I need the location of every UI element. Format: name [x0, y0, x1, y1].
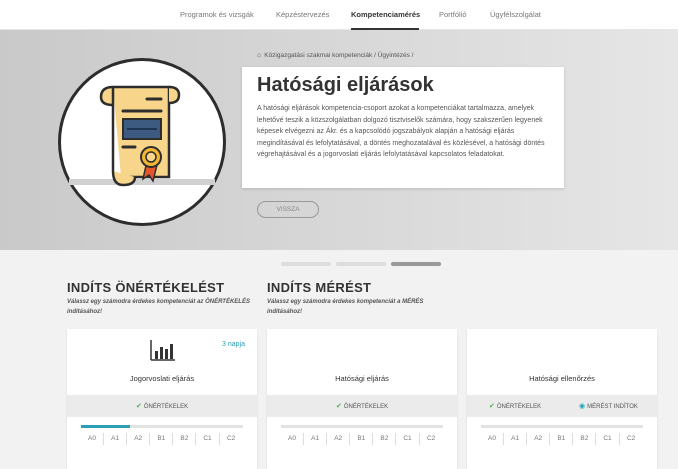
level-a0: A0	[281, 433, 304, 445]
level-a0: A0	[81, 433, 104, 445]
level-c2: C2	[626, 435, 636, 442]
level-b1: B1	[550, 433, 574, 445]
bar-chart-icon	[150, 340, 175, 361]
level-b1: B1	[150, 433, 174, 445]
action-strip: ✔ ÖNÉRTÉKELEK	[267, 395, 457, 417]
home-icon[interactable]: ⌂	[257, 52, 261, 59]
competency-description: A hatósági eljárások kompetencia-csoport…	[257, 105, 545, 158]
nav-item-programs[interactable]: Programok és vizsgák	[180, 10, 254, 19]
start-measurement-action[interactable]: ◉ MÉRÉST INDÍTOK	[579, 402, 638, 410]
carousel-indicators	[0, 262, 678, 268]
nav-item-portfolio[interactable]: Portfólió	[439, 10, 467, 19]
level-a1: A1	[104, 433, 128, 445]
level-b2: B2	[373, 433, 397, 445]
level-b2: B2	[573, 433, 597, 445]
check-icon: ✔	[336, 403, 342, 410]
self-eval-action[interactable]: ✔ ÖNÉRTÉKELEK	[136, 402, 188, 410]
level-a0: A0	[481, 433, 504, 445]
top-navigation: Programok és vizsgák Képzéstervezés Komp…	[0, 0, 678, 30]
level-c1: C1	[397, 433, 420, 445]
level-c2: C2	[426, 435, 436, 442]
level-c2: C2	[226, 435, 236, 442]
level-scale: A0 A1 A2 B1 B2 C1 C2	[81, 433, 243, 445]
level-progress-track	[281, 425, 443, 428]
certificate-scroll-icon	[58, 58, 226, 226]
level-a2: A2	[127, 433, 151, 445]
check-icon: ✔	[136, 403, 142, 410]
check-icon: ✔	[489, 403, 495, 410]
globe-icon: ◉	[579, 403, 586, 410]
competency-tile[interactable]: Hatósági eljárás ✔ ÖNÉRTÉKELEK A0 A1 A2 B1 B2…	[267, 329, 457, 469]
competency-name: Jogorvoslati eljárás	[129, 374, 195, 383]
nav-item-training-planning[interactable]: Képzéstervezés	[276, 10, 329, 19]
competency-tile[interactable]: 3 napja Jogorvoslati eljárás ✔ ÖNÉRTÉKELE…	[67, 329, 257, 469]
level-a1: A1	[504, 433, 528, 445]
level-progress-track	[81, 425, 243, 428]
self-eval-title: INDÍTS ÖNÉRTÉKELÉST	[67, 280, 225, 295]
competency-card: Hatósági eljárások A hatósági eljárások …	[242, 67, 564, 188]
last-activity-badge: 3 napja	[222, 341, 245, 348]
level-b2: B2	[173, 433, 197, 445]
action-strip: ✔ ÖNÉRTÉKELEK ◉ MÉRÉST INDÍTOK	[467, 395, 657, 417]
level-c1: C1	[197, 433, 220, 445]
nav-item-customer-service[interactable]: Ügyfélszolgálat	[490, 10, 541, 19]
action-strip: ✔ ÖNÉRTÉKELEK	[67, 395, 257, 417]
back-button[interactable]: VISSZA	[257, 201, 319, 218]
self-eval-subtitle: Válassz egy számodra érdekes kompetenciá…	[67, 299, 250, 315]
level-progress-track	[481, 425, 643, 428]
page-title: Hatósági eljárások	[257, 74, 434, 96]
self-eval-action[interactable]: ✔ ÖNÉRTÉKELEK	[336, 402, 388, 410]
measure-subtitle: Válassz egy számodra érdekes kompetenciá…	[267, 299, 424, 315]
competency-tile[interactable]: Hatósági ellenőrzés ✔ ÖNÉRTÉKELEK ◉ MÉRÉST…	[467, 329, 657, 469]
level-b1: B1	[350, 433, 374, 445]
level-progress-fill	[81, 425, 130, 428]
carousel-dot[interactable]	[336, 262, 386, 266]
level-scale: A0 A1 A2 B1 B2 C1 C2	[281, 433, 443, 445]
competency-name: Hatósági ellenőrzés	[529, 374, 595, 383]
level-scale: A0 A1 A2 B1 B2 C1 C2	[481, 433, 643, 445]
carousel-dot-active[interactable]	[391, 262, 441, 266]
hero-section: ⌂ Közigazgatási szakmai kompetenciák / Üg…	[0, 30, 678, 250]
level-a2: A2	[327, 433, 351, 445]
breadcrumb-path[interactable]: Közigazgatási szakmai kompetenciák / Ügy…	[264, 52, 413, 59]
self-eval-action[interactable]: ✔ ÖNÉRTÉKELEK	[489, 402, 541, 410]
nav-item-competency-measurement[interactable]: Kompetenciamérés	[351, 10, 420, 19]
level-c1: C1	[597, 433, 620, 445]
level-a2: A2	[527, 433, 551, 445]
competency-name: Hatósági eljárás	[335, 374, 389, 383]
measure-title: INDÍTS MÉRÉST	[267, 280, 372, 295]
breadcrumb: ⌂ Közigazgatási szakmai kompetenciák / Üg…	[257, 52, 413, 59]
level-a1: A1	[304, 433, 328, 445]
carousel-dot[interactable]	[281, 262, 331, 266]
